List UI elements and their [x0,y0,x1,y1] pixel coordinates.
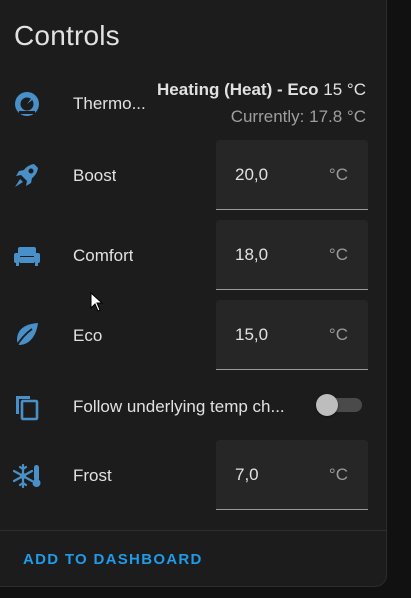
boost-temp-unit: °C [328,165,348,184]
thermostat-target-temp: 15 °C [323,80,366,99]
frost-temp-unit: °C [328,465,348,484]
rocket-icon [12,160,42,190]
frost-temp-input[interactable]: 7,0 °C [216,440,368,510]
eco-temp-input[interactable]: 15,0 °C [216,300,368,370]
row-label-comfort: Comfort [73,246,134,265]
row-label-eco: Eco [73,326,103,345]
thermostat-state[interactable]: Heating (Heat) - Eco 15 °C [157,80,366,100]
row-label-frost: Frost [73,466,112,485]
comfort-temp-input[interactable]: 18,0 °C [216,220,368,290]
row-label-thermostat[interactable]: Thermo... [73,94,151,114]
snowflake-thermometer-icon [12,461,42,491]
card-title: Controls [14,20,120,51]
copy-icon [12,392,42,422]
thermostat-icon [12,89,42,119]
card-divider [0,530,386,531]
comfort-temp-value: 18,0 [235,245,269,264]
add-to-dashboard-button[interactable]: ADD TO DASHBOARD [23,551,203,568]
row-label-follow: Follow underlying temp ch... [73,397,285,416]
toggle-thumb [316,394,338,416]
sofa-icon [12,241,42,271]
eco-temp-value: 15,0 [235,325,269,344]
comfort-temp-unit: °C [328,245,348,264]
leaf-icon [12,320,42,350]
follow-temp-toggle[interactable] [316,394,362,416]
row-label-boost: Boost [73,166,117,185]
eco-temp-unit: °C [328,325,348,344]
controls-card: Controls Thermo... Heating (Heat) - Eco … [0,0,387,587]
mouse-cursor-icon [90,291,104,312]
boost-temp-input[interactable]: 20,0 °C [216,140,368,210]
boost-temp-value: 20,0 [235,165,269,184]
thermostat-mode: Heating (Heat) - Eco [157,80,319,99]
frost-temp-value: 7,0 [235,465,259,484]
thermostat-current-temp: Currently: 17.8 °C [230,107,366,126]
